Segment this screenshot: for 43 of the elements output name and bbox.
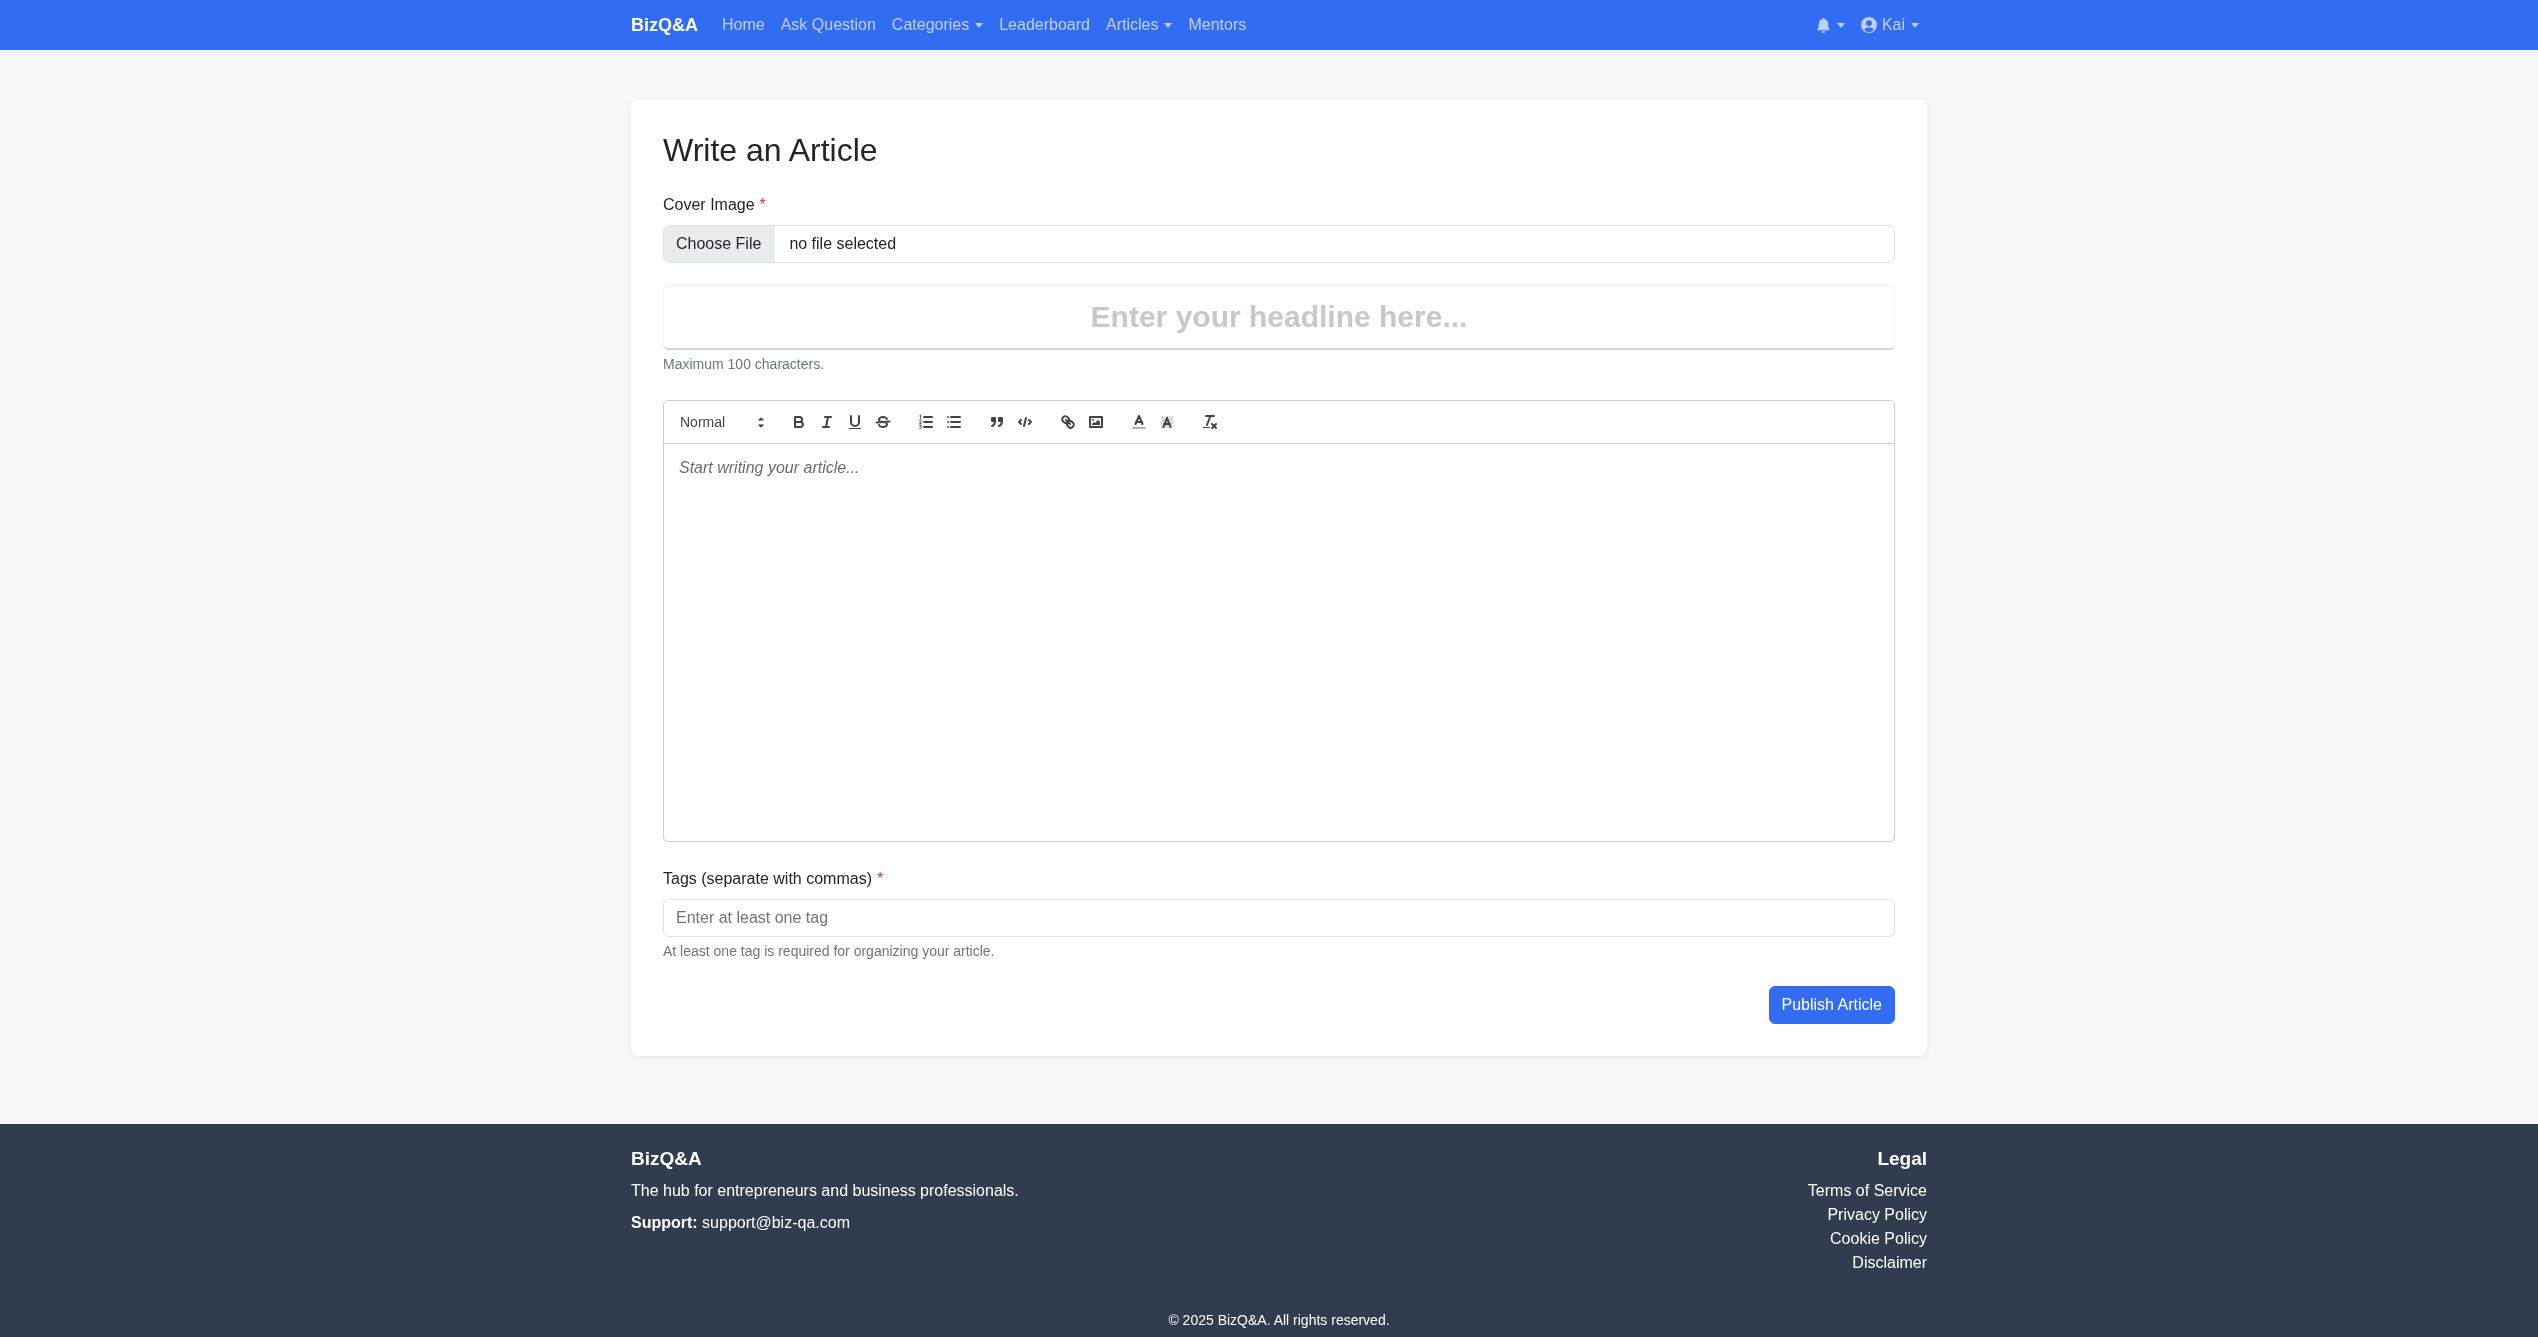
brand-link[interactable]: BizQ&A <box>631 14 698 36</box>
field-label: Cover Image <box>663 195 755 215</box>
help-text: Maximum 100 characters. <box>663 355 826 374</box>
user-avatar-icon <box>1860 17 1877 33</box>
nav-link[interactable]: Categories <box>883 5 992 45</box>
support-text: Support: support@biz-qa.com <box>631 1213 851 1233</box>
tags-field[interactable]: Enter at least one tag <box>663 899 1895 937</box>
footer-link[interactable]: Disclaimer <box>1852 1251 1927 1275</box>
bullet-list-icon <box>945 413 963 431</box>
nav-link[interactable]: Leaderboard <box>991 5 1098 45</box>
footer-link[interactable]: Cookie Policy <box>1830 1227 1927 1251</box>
page-title: Write an Article <box>663 131 879 169</box>
choose-file-button[interactable]: Choose File <box>664 226 775 262</box>
required-mark: * <box>876 869 884 889</box>
underline-icon <box>846 413 864 431</box>
nav-link[interactable]: Articles <box>1097 5 1181 45</box>
highlight-icon <box>1158 413 1176 431</box>
footer-brand: BizQ&A <box>631 1147 703 1171</box>
nav-link[interactable]: Mentors <box>1180 5 1255 45</box>
footer-link[interactable]: Privacy Policy <box>1827 1203 1927 1227</box>
user-menu-toggle[interactable]: Kai <box>1852 5 1927 45</box>
legal-heading: Legal <box>1877 1147 1927 1171</box>
copyright-text: © 2025 BizQ&A. All rights reserved. <box>1167 1311 1391 1330</box>
publish-button[interactable]: Publish Article <box>1768 986 1895 1024</box>
image-icon <box>1087 413 1105 431</box>
numbered-list-icon <box>917 413 935 431</box>
help-text: At least one tag is required for organizing your article. <box>663 942 996 961</box>
footer-link[interactable]: Terms of Service <box>1807 1179 1927 1203</box>
required-mark: * <box>759 195 766 215</box>
bell-icon <box>1815 17 1831 33</box>
file-input-field[interactable]: Choose File no file selected <box>663 225 1895 263</box>
text-color-icon <box>1130 413 1148 431</box>
file-status-text: no file selected <box>789 235 897 253</box>
format-picker[interactable]: Normal <box>672 410 770 434</box>
footer-tagline: The hub for entrepreneurs and business professionals. <box>631 1181 1019 1201</box>
nav-link[interactable]: Home <box>714 5 773 45</box>
nav-link[interactable]: Ask Question <box>772 5 884 45</box>
link-icon <box>1059 413 1077 431</box>
up-down-arrows-icon <box>758 416 764 428</box>
clear-format-icon <box>1201 413 1219 431</box>
field-label: Tags (separate with commas) <box>663 869 872 889</box>
strikethrough-icon <box>874 413 892 431</box>
editor-area[interactable]: Start writing your article... <box>663 444 1895 842</box>
